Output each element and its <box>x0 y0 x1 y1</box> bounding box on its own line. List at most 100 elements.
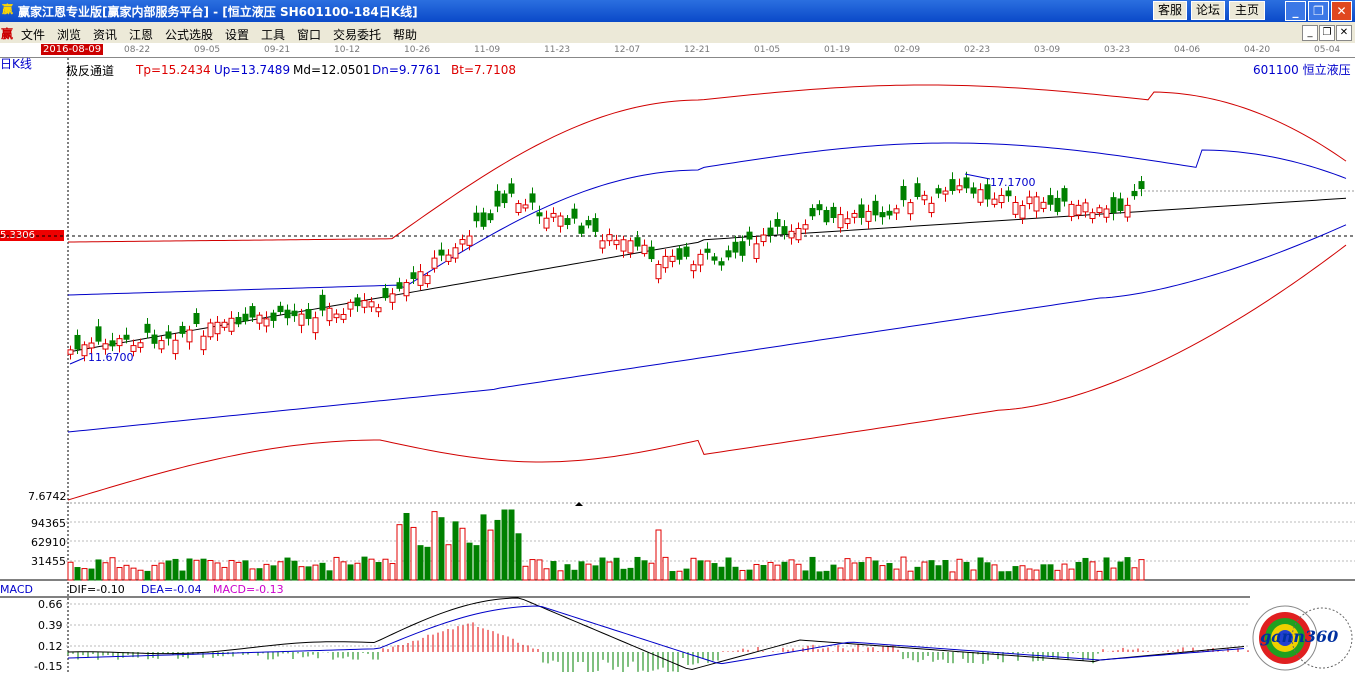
volume-bar <box>158 562 165 581</box>
volume-bar <box>1110 567 1117 581</box>
volume-bar <box>501 509 508 581</box>
candle-body <box>753 243 760 259</box>
candle-body <box>347 301 354 310</box>
volume-bar <box>781 561 788 581</box>
volume-bar <box>466 542 473 581</box>
candle-body <box>319 294 326 311</box>
volume-bar <box>1103 557 1110 581</box>
volume-bar <box>956 558 963 581</box>
volume-bar <box>445 544 452 581</box>
candle-body <box>641 244 648 255</box>
volume-bar <box>151 564 158 581</box>
volume-bar <box>333 556 340 581</box>
candle-body <box>592 218 599 232</box>
candle-body <box>718 261 725 266</box>
volume-bar <box>851 562 858 581</box>
volume-bar <box>207 560 214 581</box>
volume-bar <box>529 559 536 581</box>
kline-chart[interactable] <box>0 0 1355 672</box>
volume-bar <box>1054 569 1061 581</box>
volume-bar <box>760 564 767 581</box>
candle-body <box>977 189 984 203</box>
volume-bar <box>522 565 529 581</box>
candle-body <box>368 301 375 308</box>
candle-body <box>361 300 368 308</box>
volume-bar <box>473 545 480 581</box>
volume-bar <box>221 566 228 581</box>
volume-bar <box>984 562 991 581</box>
volume-bar <box>683 568 690 581</box>
volume-bar <box>235 561 242 581</box>
volume-bar <box>424 546 431 581</box>
candle-body <box>291 310 298 317</box>
volume-bar <box>228 559 235 581</box>
volume-bar <box>200 558 207 581</box>
volume-bar <box>1075 561 1082 581</box>
volume-bar <box>802 570 809 581</box>
candle-body <box>844 218 851 225</box>
candle-body <box>67 349 74 355</box>
candle-body <box>284 309 291 319</box>
candle-body <box>676 248 683 260</box>
candle-body <box>487 213 494 221</box>
volume-bar <box>599 557 606 581</box>
volume-bar <box>242 560 249 581</box>
candle-body <box>158 340 165 350</box>
volume-bar <box>1047 564 1054 581</box>
volume-bar <box>263 563 270 581</box>
candle-body <box>816 204 823 211</box>
candle-body <box>655 264 662 280</box>
volume-bar <box>508 509 515 581</box>
volume-bar <box>837 567 844 581</box>
candle-body <box>256 314 263 324</box>
volume-bar <box>655 529 662 581</box>
candle-body <box>515 203 522 213</box>
candle-body <box>802 224 809 230</box>
candle-body <box>1040 201 1047 209</box>
candle-body <box>774 218 781 227</box>
candle-body <box>704 248 711 253</box>
volume-bar <box>858 562 865 581</box>
volume-bar <box>809 556 816 581</box>
volume-bar <box>109 557 116 581</box>
volume-bar <box>1026 568 1033 581</box>
volume-bar <box>193 559 200 581</box>
candle-body <box>963 177 970 189</box>
candle-body <box>1054 197 1061 212</box>
volume-bar <box>676 570 683 581</box>
candle-body <box>830 206 837 219</box>
candle-body <box>900 185 907 201</box>
volume-marker-icon <box>575 502 583 506</box>
volume-bar <box>718 566 725 581</box>
candle-body <box>137 342 144 348</box>
volume-bar <box>669 571 676 581</box>
candle-body <box>690 264 697 272</box>
volume-bar <box>116 567 123 581</box>
candle-body <box>858 204 865 218</box>
volume-bar <box>606 561 613 581</box>
candle-body <box>333 313 340 319</box>
candle-body <box>123 334 130 340</box>
volume-bar <box>893 568 900 581</box>
candle-body <box>1075 204 1082 216</box>
candle-body <box>1131 190 1138 197</box>
volume-bar <box>340 561 347 581</box>
volume-bar <box>627 567 634 581</box>
band-top-line <box>67 84 1347 243</box>
volume-bar <box>921 561 928 581</box>
volume-bar <box>319 562 326 581</box>
volume-bar <box>438 517 445 581</box>
candle-body <box>809 207 816 217</box>
candle-body <box>214 321 221 335</box>
candle-body <box>725 250 732 258</box>
candle-body <box>1026 196 1033 205</box>
candle-body <box>872 200 879 216</box>
candle-body <box>914 183 921 197</box>
candle-body <box>795 227 802 241</box>
volume-bar <box>935 565 942 581</box>
volume-bar <box>564 564 571 581</box>
candle-body <box>298 313 305 326</box>
candle-body <box>95 326 102 342</box>
volume-bar <box>991 564 998 581</box>
candle-body <box>207 322 214 338</box>
